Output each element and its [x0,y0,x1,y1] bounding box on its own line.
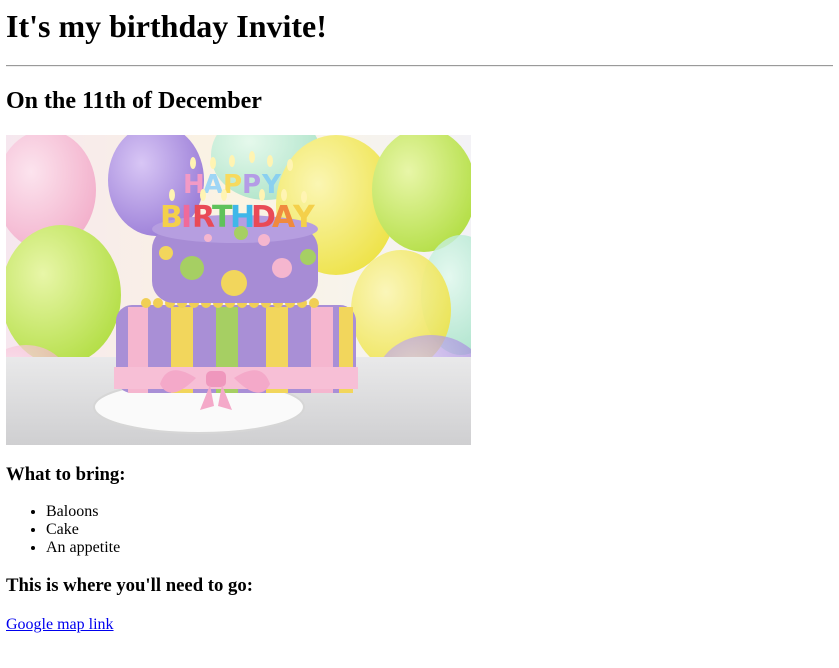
where-heading: This is where you'll need to go: [6,575,253,596]
svg-text:Y: Y [292,200,316,235]
bring-list: Baloons Cake An appetite [6,503,833,557]
date-heading: On the 11th of December [6,88,262,114]
svg-text:B: B [160,200,183,235]
list-item: An appetite [46,539,833,557]
svg-text:I: I [181,200,192,235]
bring-heading: What to bring: [6,464,126,485]
list-item: Baloons [46,503,833,521]
page: It's my birthday Invite! On the 11th of … [0,0,839,668]
link-paragraph: Google map link [6,615,833,634]
svg-text:P: P [242,170,261,200]
google-map-link[interactable]: Google map link [6,616,114,633]
list-item: Cake [46,521,833,539]
divider [6,65,833,67]
svg-text:A: A [203,170,223,200]
page-title: It's my birthday Invite! [6,8,327,44]
birthday-cake-image: H A P P Y B I R T H D A Y [6,135,471,445]
